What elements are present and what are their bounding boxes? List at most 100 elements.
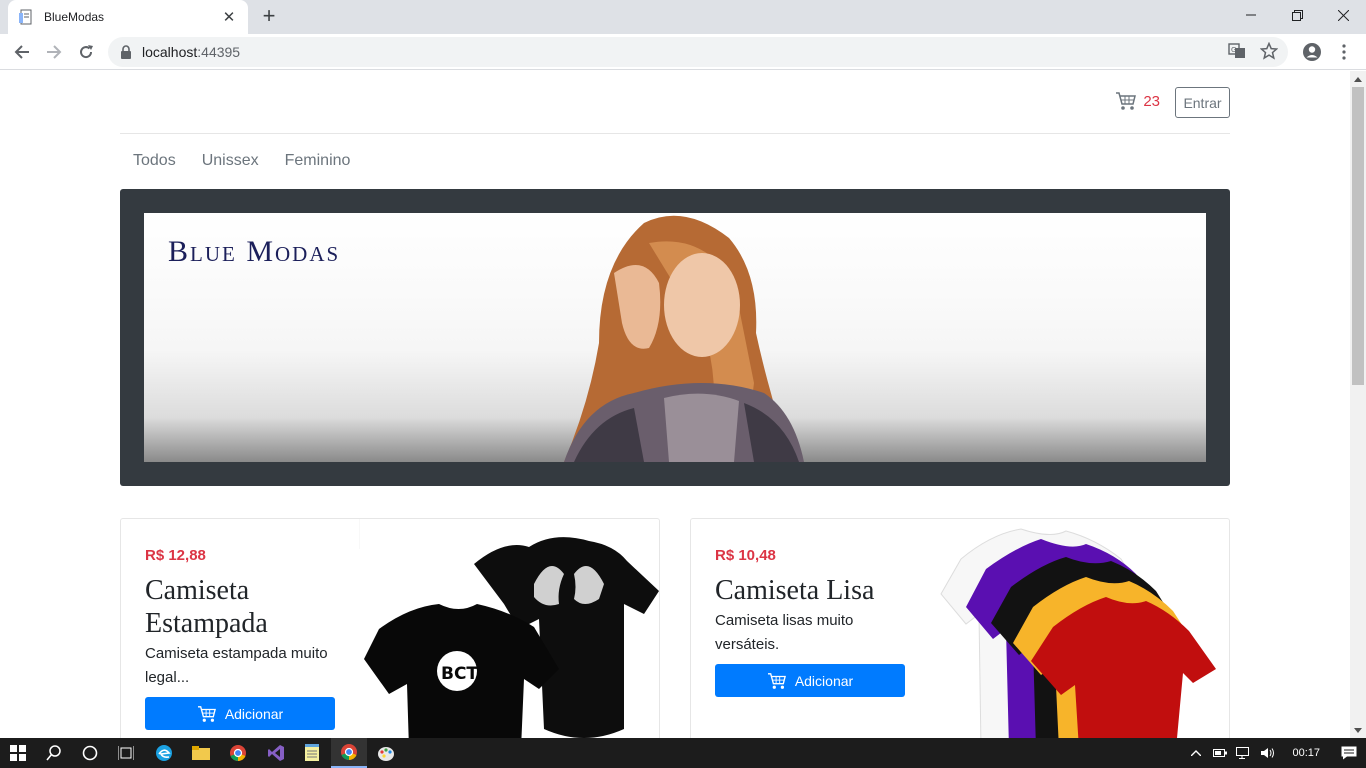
url-port: :44395 [197, 44, 241, 60]
close-icon [1337, 9, 1349, 21]
product-card: R$ 10,48 Camiseta Lisa Camiseta lisas mu… [690, 518, 1230, 738]
visual-studio-icon [268, 745, 284, 761]
url-host: localhost [142, 44, 198, 60]
cart-link[interactable]: 23 [1115, 91, 1160, 111]
translate-icon[interactable]: G [1228, 42, 1246, 60]
restore-button[interactable] [1274, 0, 1320, 30]
windows-taskbar: 00:17 [0, 738, 1366, 768]
cortana-button[interactable] [72, 738, 108, 768]
taskbar-chrome[interactable] [220, 738, 256, 768]
volume-button[interactable] [1256, 738, 1280, 768]
login-button[interactable]: Entrar [1175, 87, 1230, 118]
reload-icon [80, 45, 93, 59]
product-image-plain-shirts [940, 528, 1216, 738]
speaker-icon [1261, 748, 1275, 758]
restore-icon [1291, 9, 1303, 21]
taskbar-notepad[interactable] [294, 738, 330, 768]
browser-toolbar: localhost:44395 G [0, 34, 1366, 70]
arrow-left-icon [14, 45, 29, 59]
caret-up-icon [1354, 76, 1362, 82]
product-description: Camiseta estampada muito legal... [145, 645, 328, 686]
scroll-down-button[interactable] [1350, 722, 1366, 738]
reload-button[interactable] [72, 38, 100, 66]
notepad-icon [305, 744, 319, 761]
shopping-cart-icon [767, 672, 786, 689]
cortana-circle-icon [82, 745, 98, 761]
product-description: Camiseta lisas muito versáteis. [715, 612, 854, 653]
task-view-button[interactable] [108, 738, 144, 768]
task-view-icon [118, 746, 134, 760]
cart-count: 23 [1143, 92, 1160, 110]
back-button[interactable] [8, 38, 36, 66]
address-bar[interactable]: localhost:44395 G [108, 37, 1288, 67]
shopping-cart-icon [1116, 92, 1137, 110]
product-name: Camiseta Lisa [715, 575, 875, 606]
battery-icon [1213, 749, 1228, 757]
edge-icon [156, 745, 172, 761]
minimize-button[interactable] [1228, 0, 1274, 30]
start-button[interactable] [0, 738, 36, 768]
taskbar-visual-studio[interactable] [258, 738, 294, 768]
paint-palette-icon [378, 747, 394, 761]
search-button[interactable] [36, 738, 72, 768]
add-to-cart-label: Adicionar [794, 672, 854, 689]
add-to-cart-button[interactable]: Adicionar [145, 697, 335, 730]
network-button[interactable] [1232, 738, 1256, 768]
bookmark-star-icon[interactable] [1260, 42, 1278, 60]
search-icon [46, 745, 61, 761]
profile-button[interactable] [1298, 38, 1326, 66]
page-viewport: 23 Entrar Todos Unissex Feminino Blue Mo… [0, 71, 1350, 738]
taskbar-chrome-active[interactable] [331, 738, 367, 768]
minimize-icon [1246, 14, 1256, 16]
taskbar-file-explorer[interactable] [183, 738, 219, 768]
account-icon [1303, 43, 1321, 61]
browser-tab[interactable]: BlueModas ✕ [8, 0, 248, 34]
svg-text:BCT: BCT [441, 664, 478, 684]
network-icon [1236, 747, 1250, 759]
site-header: 23 Entrar [120, 71, 1230, 134]
product-price: R$ 12,88 [145, 547, 206, 564]
hero-banner: Blue Modas [120, 189, 1230, 486]
shopping-cart-icon [197, 705, 216, 722]
scroll-up-button[interactable] [1350, 71, 1366, 87]
windows-logo-icon [10, 745, 26, 761]
close-window-button[interactable] [1320, 0, 1366, 30]
arrow-right-icon [47, 45, 62, 59]
category-link-todos[interactable]: Todos [133, 152, 176, 170]
scrollbar-thumb[interactable] [1352, 87, 1364, 385]
tab-title: BlueModas [44, 10, 105, 24]
notification-icon [1341, 746, 1357, 760]
page-favicon-icon [19, 9, 32, 25]
svg-text:G: G [1231, 46, 1236, 54]
battery-button[interactable] [1208, 738, 1232, 768]
chrome-icon [230, 745, 246, 762]
system-tray: 00:17 [1184, 738, 1366, 768]
category-link-unissex[interactable]: Unissex [202, 152, 259, 170]
show-hidden-icons-button[interactable] [1184, 738, 1208, 768]
window-controls [1228, 0, 1366, 30]
page-container: 23 Entrar Todos Unissex Feminino Blue Mo… [120, 71, 1230, 738]
category-link-feminino[interactable]: Feminino [285, 152, 351, 170]
taskbar-paint[interactable] [368, 738, 404, 768]
folder-icon [192, 746, 210, 760]
caret-down-icon [1354, 727, 1362, 733]
add-to-cart-button[interactable]: Adicionar [715, 664, 905, 697]
action-center-button[interactable] [1332, 738, 1366, 768]
product-image-printed-shirts: BCT [359, 519, 659, 738]
chevron-up-icon [1191, 750, 1202, 756]
taskbar-clock[interactable]: 00:17 [1280, 747, 1332, 759]
category-nav: Todos Unissex Feminino [120, 134, 1230, 188]
close-tab-icon[interactable]: ✕ [220, 8, 238, 26]
forward-button[interactable] [40, 38, 68, 66]
page-scrollbar[interactable] [1350, 71, 1366, 738]
browser-menu-button[interactable] [1330, 38, 1358, 66]
taskbar-edge[interactable] [146, 738, 182, 768]
chrome-icon [341, 744, 357, 761]
model-photo [564, 215, 804, 462]
add-to-cart-label: Adicionar [224, 705, 284, 722]
product-card: R$ 12,88 Camiseta Estampada Camiseta est… [120, 518, 660, 738]
lock-icon [121, 45, 131, 59]
new-tab-button[interactable]: + [256, 5, 282, 29]
banner-image: Blue Modas [144, 213, 1206, 462]
more-vertical-icon [1342, 44, 1346, 60]
